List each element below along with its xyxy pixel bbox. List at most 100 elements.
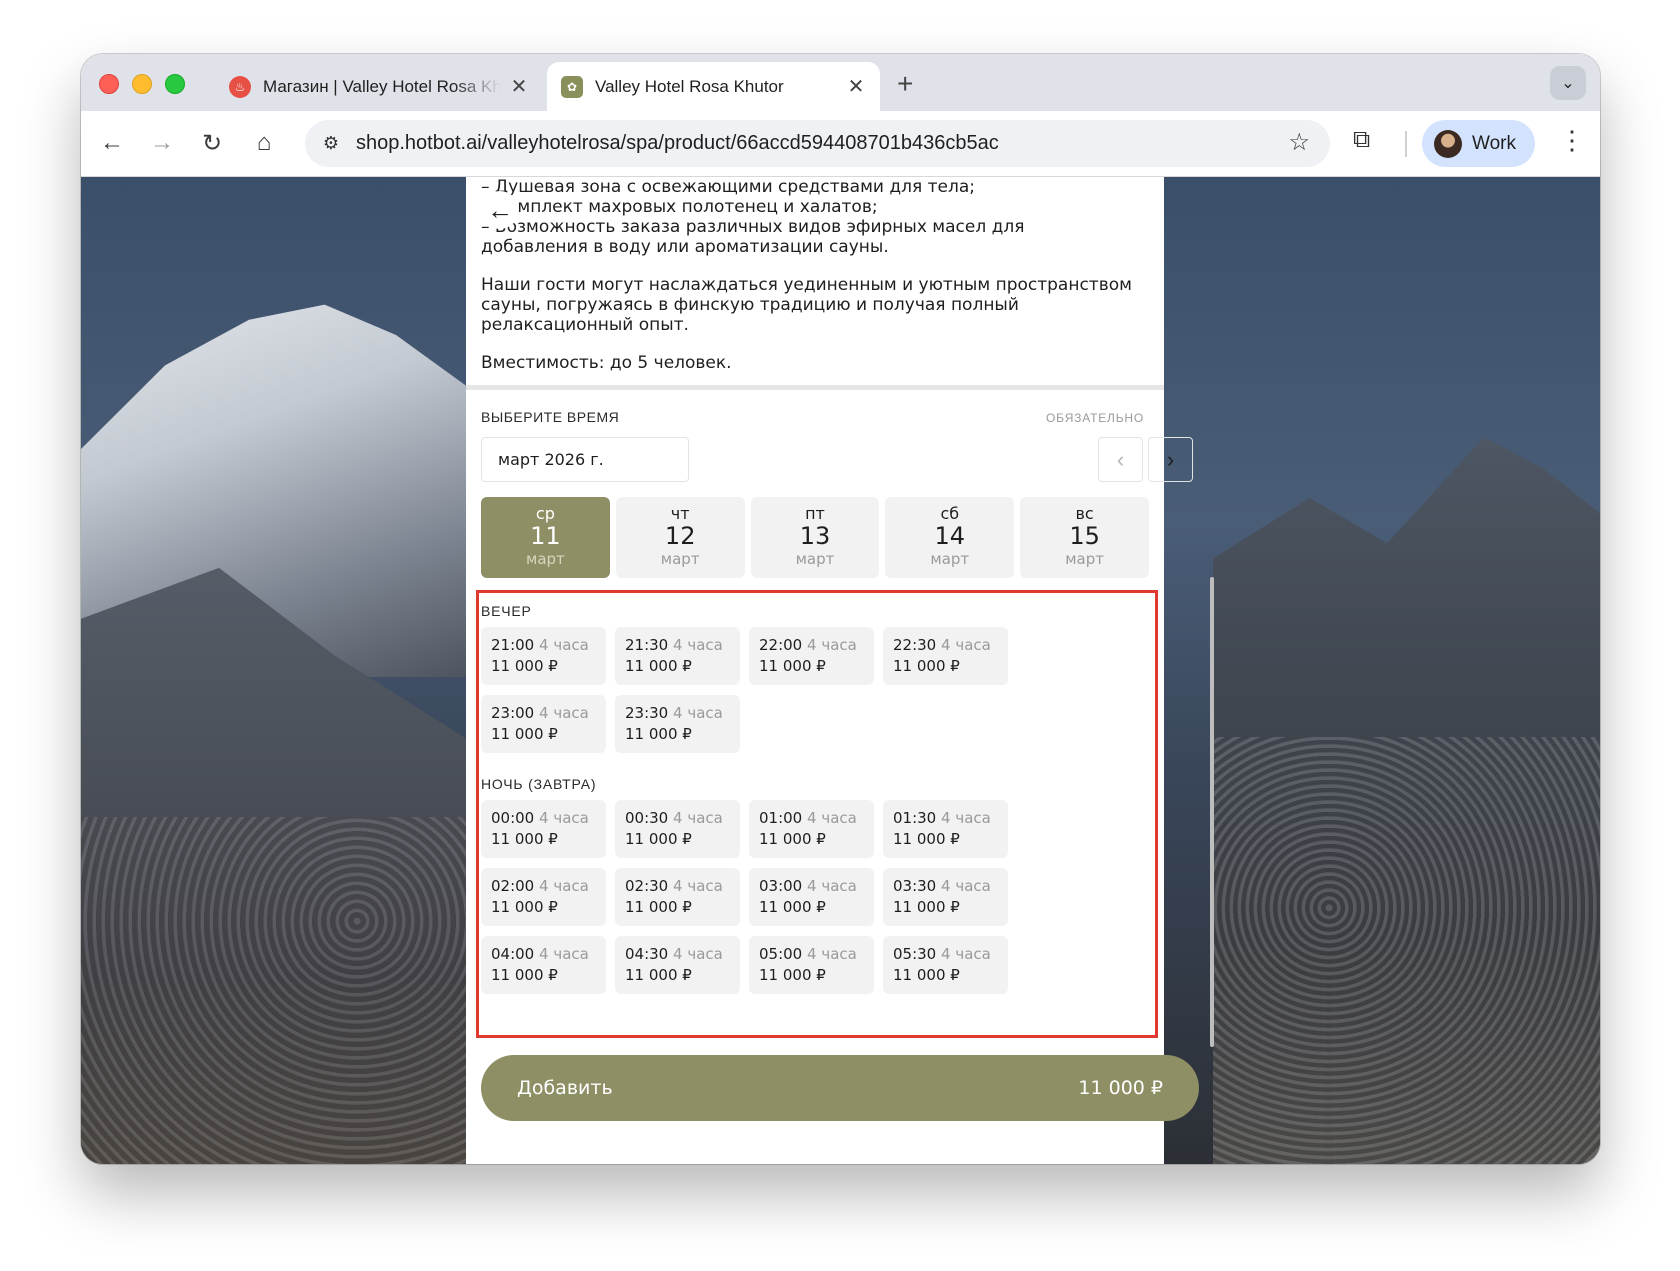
- group-title-evening: ВЕЧЕР: [481, 603, 532, 619]
- time-slot[interactable]: 02:00 4 часа 11 000 ₽: [481, 868, 606, 926]
- page-viewport: – Душевая зона с освежающими средствами …: [81, 177, 1600, 1164]
- slot-price: 11 000 ₽: [625, 657, 692, 675]
- slot-price: 11 000 ₽: [893, 657, 960, 675]
- close-icon[interactable]: ✕: [846, 74, 866, 99]
- day-15[interactable]: вс 15 март: [1020, 497, 1149, 578]
- time-slot[interactable]: 05:30 4 часа 11 000 ₽: [883, 936, 1008, 994]
- time-slot[interactable]: 01:30 4 часа 11 000 ₽: [883, 800, 1008, 858]
- slot-time: 05:30: [893, 945, 937, 963]
- day-month: март: [660, 550, 700, 568]
- slot-duration: 4 часа: [807, 809, 857, 827]
- tab-hotel[interactable]: ✿ Valley Hotel Rosa Khutor ✕: [547, 62, 880, 111]
- flame-icon: ♨: [229, 75, 251, 98]
- slot-duration: 4 часа: [807, 945, 857, 963]
- slot-duration: 4 часа: [539, 636, 589, 654]
- day-number: 15: [1069, 522, 1100, 550]
- slot-price: 11 000 ₽: [491, 898, 558, 916]
- slot-time: 01:30: [893, 809, 937, 827]
- slot-time: 22:00: [759, 636, 803, 654]
- url-text[interactable]: shop.hotbot.ai/valleyhotelrosa/spa/produ…: [356, 132, 999, 155]
- time-slot[interactable]: 02:30 4 часа 11 000 ₽: [615, 868, 740, 926]
- time-slot[interactable]: 01:00 4 часа 11 000 ₽: [749, 800, 874, 858]
- day-number: 13: [799, 522, 831, 550]
- add-to-cart-button[interactable]: Добавить 11 000 ₽: [481, 1055, 1199, 1121]
- site-settings-icon[interactable]: ⚙: [319, 131, 343, 155]
- tab-title: Valley Hotel Rosa Khutor: [595, 76, 784, 96]
- slot-time: 02:00: [491, 877, 535, 895]
- time-slot[interactable]: 21:00 4 часа 11 000 ₽: [481, 627, 606, 685]
- day-number: 14: [934, 522, 966, 550]
- time-slot[interactable]: 23:30 4 часа 11 000 ₽: [615, 695, 740, 753]
- required-label: ОБЯЗАТЕЛЬНО: [1046, 411, 1144, 425]
- slot-duration: 4 часа: [941, 809, 991, 827]
- chevron-down-icon[interactable]: ⌄: [1550, 66, 1586, 100]
- time-slot[interactable]: 00:00 4 часа 11 000 ₽: [481, 800, 606, 858]
- slot-duration: 4 часа: [941, 945, 991, 963]
- slot-duration: 4 часа: [539, 704, 589, 722]
- time-slot[interactable]: 22:30 4 часа 11 000 ₽: [883, 627, 1008, 685]
- back-arrow-icon[interactable]: ←: [481, 191, 519, 229]
- time-picker-title: ВЫБЕРИТЕ ВРЕМЯ: [481, 409, 620, 425]
- time-slot[interactable]: 22:00 4 часа 11 000 ₽: [749, 627, 874, 685]
- day-weekday: чт: [670, 504, 690, 523]
- profile-button[interactable]: Work: [1422, 120, 1535, 167]
- window-controls: [99, 74, 185, 94]
- back-arrow-icon[interactable]: ←: [95, 126, 129, 160]
- time-slot[interactable]: 04:30 4 часа 11 000 ₽: [615, 936, 740, 994]
- reload-icon[interactable]: ↻: [195, 126, 229, 160]
- day-selector: ср 11 март чт 12 март пт 13 март сб 14 март вс 15 март: [481, 497, 1149, 578]
- day-12[interactable]: чт 12 март: [615, 497, 745, 578]
- time-slot[interactable]: 00:30 4 часа 11 000 ₽: [615, 800, 740, 858]
- slot-price: 11 000 ₽: [491, 725, 558, 743]
- time-slot[interactable]: 03:30 4 часа 11 000 ₽: [883, 868, 1008, 926]
- day-14[interactable]: сб 14 март: [885, 497, 1015, 578]
- scrollbar[interactable]: [1210, 577, 1214, 1047]
- new-tab-button[interactable]: +: [897, 68, 913, 100]
- slot-duration: 4 часа: [673, 877, 723, 895]
- time-slot[interactable]: 21:30 4 часа 11 000 ₽: [615, 627, 740, 685]
- slot-time: 21:30: [625, 636, 669, 654]
- tab-title: Магазин | Valley Hotel Rosa Khutor: [263, 76, 501, 96]
- maximize-window-button[interactable]: [165, 74, 185, 94]
- description-line: – Возможность заказа различных видов эфи…: [481, 217, 1025, 237]
- slot-duration: 4 часа: [673, 945, 723, 963]
- time-slot[interactable]: 04:00 4 часа 11 000 ₽: [481, 936, 606, 994]
- slot-time: 03:00: [759, 877, 803, 895]
- slot-price: 11 000 ₽: [491, 657, 558, 675]
- chevron-left-icon[interactable]: ‹: [1098, 437, 1143, 482]
- night-slots: 00:00 4 часа 11 000 ₽ 00:30 4 часа 11 000 ₽…: [481, 800, 1141, 994]
- extensions-icon[interactable]: ⧉: [1353, 126, 1370, 154]
- day-13[interactable]: пт 13 март: [750, 497, 880, 578]
- slot-price: 11 000 ₽: [759, 898, 826, 916]
- day-month: март: [795, 550, 835, 568]
- slot-price: 11 000 ₽: [625, 966, 692, 984]
- slot-duration: 4 часа: [539, 877, 589, 895]
- slot-price: 11 000 ₽: [893, 898, 960, 916]
- time-slot[interactable]: 05:00 4 часа 11 000 ₽: [749, 936, 874, 994]
- slot-time: 23:30: [625, 704, 669, 722]
- chevron-right-icon[interactable]: ›: [1148, 437, 1193, 482]
- bookmark-star-icon[interactable]: ☆: [1288, 128, 1310, 157]
- home-icon[interactable]: ⌂: [247, 126, 281, 160]
- slot-time: 22:30: [893, 636, 937, 654]
- day-month: март: [526, 550, 565, 568]
- time-slot[interactable]: 23:00 4 часа 11 000 ₽: [481, 695, 606, 753]
- slot-duration: 4 часа: [941, 877, 991, 895]
- slot-time: 02:30: [625, 877, 669, 895]
- description-line: – Душевая зона с освежающими средствами …: [481, 177, 975, 197]
- slot-duration: 4 часа: [807, 877, 857, 895]
- address-bar[interactable]: ⚙ shop.hotbot.ai/valleyhotelrosa/spa/pro…: [305, 120, 1330, 167]
- slot-duration: 4 часа: [941, 636, 991, 654]
- browser-window: ♨ Магазин | Valley Hotel Rosa Khutor ✕ ✿…: [81, 54, 1600, 1164]
- more-menu-icon[interactable]: ⋮: [1559, 125, 1585, 156]
- close-icon[interactable]: ✕: [509, 74, 529, 99]
- forward-arrow-icon[interactable]: →: [145, 126, 179, 160]
- time-slot[interactable]: 03:00 4 часа 11 000 ₽: [749, 868, 874, 926]
- month-select[interactable]: март 2026 г.: [481, 437, 689, 482]
- day-month: март: [930, 550, 970, 568]
- slot-duration: 4 часа: [673, 636, 723, 654]
- minimize-window-button[interactable]: [132, 74, 152, 94]
- day-11[interactable]: ср 11 март: [481, 497, 610, 578]
- tab-shop[interactable]: ♨ Магазин | Valley Hotel Rosa Khutor ✕: [215, 62, 543, 111]
- close-window-button[interactable]: [99, 74, 119, 94]
